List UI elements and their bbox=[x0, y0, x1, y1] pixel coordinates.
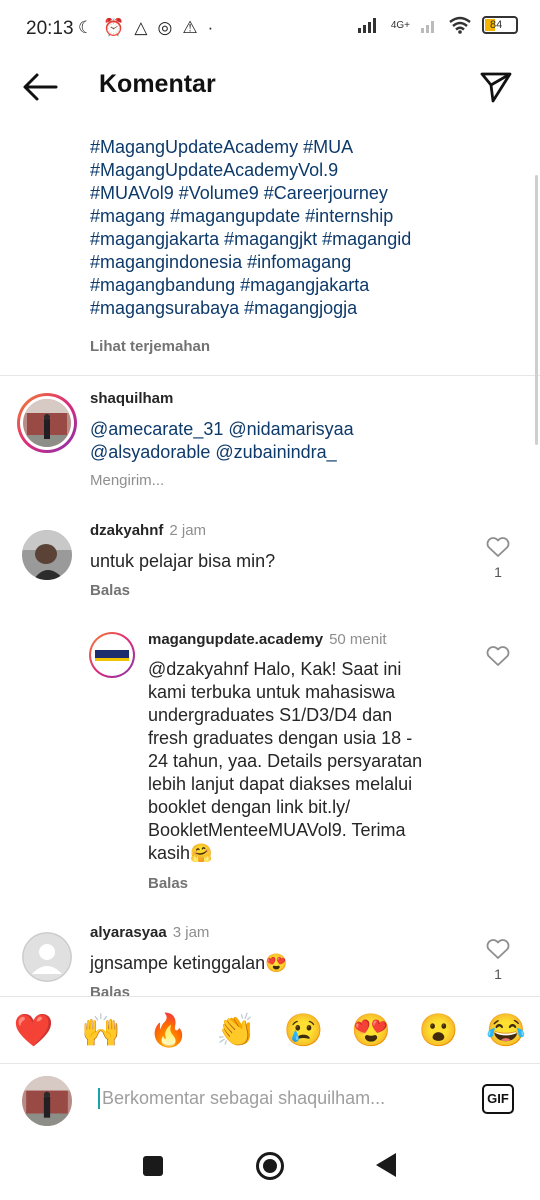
heart-icon[interactable] bbox=[485, 938, 511, 960]
heart-icon[interactable] bbox=[485, 536, 511, 558]
status-notification-icons: ☾ ⏰ △ ◎ ⚠ · bbox=[78, 18, 213, 38]
emoji-crying[interactable]: 😢 bbox=[284, 1010, 324, 1050]
dot-icon: · bbox=[207, 18, 214, 37]
network-type: 4G+ bbox=[390, 19, 410, 31]
comment-item: alyarasyaa 3 jam jgnsampe ketinggalan😍 Ba… bbox=[0, 922, 540, 996]
sending-status: Mengirim... bbox=[90, 472, 165, 489]
comment-text: @dzakyahnf Halo, Kak! Saat ini kami terb… bbox=[148, 659, 423, 863]
comment-time: 3 jam bbox=[172, 924, 210, 941]
moon-icon: ☾ bbox=[78, 18, 94, 37]
back-arrow-icon[interactable] bbox=[20, 70, 60, 104]
status-system-icons: 4G+ 84 bbox=[357, 16, 518, 34]
comment-time: 2 jam bbox=[169, 522, 207, 539]
emoji-raising-hands[interactable]: 🙌 bbox=[81, 1010, 121, 1050]
comment-text: jgnsampe ketinggalan😍 bbox=[90, 953, 288, 973]
avatar[interactable] bbox=[22, 932, 72, 982]
status-bar: 20:13 ☾ ⏰ △ ◎ ⚠ · 4G+ 84 bbox=[0, 0, 540, 58]
comment-input-row: Berkomentar sebagai shaquilham... GIF bbox=[0, 1064, 540, 1138]
emoji-surprised[interactable]: 😮 bbox=[419, 1010, 459, 1050]
reply-button[interactable]: Balas bbox=[90, 582, 130, 599]
emoji-heart[interactable]: ❤️ bbox=[14, 1010, 54, 1050]
home-button[interactable] bbox=[256, 1152, 284, 1180]
comment-text: untuk pelajar bisa min? bbox=[90, 551, 276, 571]
comment-text: @amecarate_31 @nidamarisyaa @alsyadorabl… bbox=[90, 419, 354, 462]
emoji-heart-eyes[interactable]: 😍 bbox=[351, 1010, 391, 1050]
avatar[interactable] bbox=[22, 530, 72, 580]
emoji-clapping[interactable]: 👏 bbox=[216, 1010, 256, 1050]
heart-icon[interactable] bbox=[485, 645, 511, 667]
header: Komentar bbox=[0, 58, 540, 116]
drive-icon: △ bbox=[134, 18, 148, 37]
comment-input[interactable]: Berkomentar sebagai shaquilham... bbox=[98, 1088, 385, 1109]
comment-username[interactable]: alyarasyaa bbox=[90, 924, 167, 941]
current-user-avatar bbox=[22, 1076, 72, 1126]
wifi-icon bbox=[449, 16, 471, 34]
system-nav-bar bbox=[0, 1140, 540, 1200]
emoji-fire[interactable]: 🔥 bbox=[149, 1010, 189, 1050]
battery-icon: 84 bbox=[482, 16, 518, 34]
comment-username[interactable]: dzakyahnf bbox=[90, 522, 163, 539]
comment-username[interactable]: shaquilham bbox=[90, 390, 173, 407]
avatar[interactable] bbox=[89, 632, 135, 678]
system-back-button[interactable] bbox=[376, 1153, 396, 1177]
signal-icon bbox=[357, 18, 376, 33]
avatar[interactable] bbox=[17, 393, 77, 453]
battery-level: 84 bbox=[490, 19, 503, 31]
see-translation-link[interactable]: Lihat terjemahan bbox=[90, 338, 520, 355]
reply-button[interactable]: Balas bbox=[90, 984, 130, 996]
academy-logo bbox=[95, 649, 129, 661]
warning-icon: ⚠ bbox=[182, 18, 198, 37]
comment-username[interactable]: magangupdate.academy bbox=[148, 631, 323, 648]
like-count: 1 bbox=[494, 564, 502, 580]
comment-time: 50 menit bbox=[329, 631, 387, 648]
signal-icon-2 bbox=[421, 21, 434, 33]
caption-divider bbox=[0, 375, 540, 376]
reply-button[interactable]: Balas bbox=[148, 875, 188, 892]
scrollbar[interactable] bbox=[535, 175, 538, 445]
caption-hashtags[interactable]: #MagangUpdateAcademy #MUA #MagangUpdateA… bbox=[90, 136, 520, 320]
post-caption: #MagangUpdateAcademy #MUA #MagangUpdateA… bbox=[90, 136, 520, 355]
alarm-icon: ⏰ bbox=[103, 18, 125, 37]
comment-item: shaquilham @amecarate_31 @nidamarisyaa @… bbox=[0, 390, 540, 500]
instagram-icon: ◎ bbox=[157, 18, 173, 37]
emoji-reaction-bar: ❤️ 🙌 🔥 👏 😢 😍 😮 😂 bbox=[0, 996, 540, 1064]
status-time: 20:13 bbox=[26, 18, 74, 39]
gif-button[interactable]: GIF bbox=[482, 1084, 514, 1114]
emoji-laughing[interactable]: 😂 bbox=[486, 1010, 526, 1050]
send-icon[interactable] bbox=[478, 70, 514, 104]
comment-item: dzakyahnf 2 jam untuk pelajar bisa min? B… bbox=[0, 520, 540, 610]
page-title: Komentar bbox=[99, 70, 216, 98]
like-count: 1 bbox=[494, 966, 502, 982]
reply-comment-item: magangupdate.academy 50 menit @dzakyahnf … bbox=[0, 630, 540, 900]
recent-apps-button[interactable] bbox=[143, 1156, 163, 1176]
